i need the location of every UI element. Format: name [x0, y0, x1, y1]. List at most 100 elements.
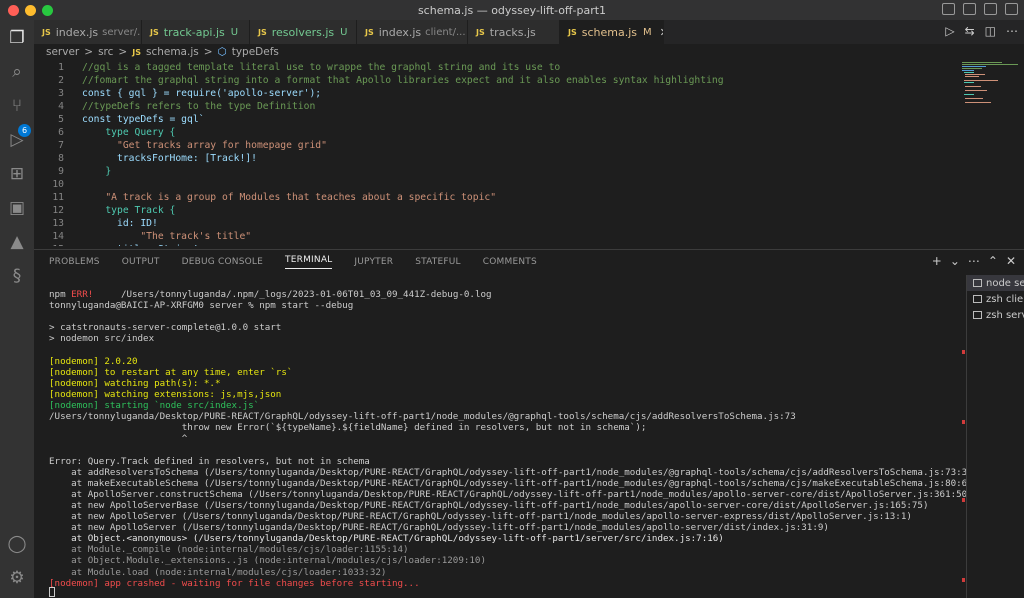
source-control-icon[interactable]: ⑂	[7, 96, 27, 116]
terminal-error-tag: ERR!	[71, 289, 94, 300]
explorer-icon[interactable]: ❐	[7, 28, 27, 48]
terminal-text: at Module.load (node:internal/modules/cj…	[49, 566, 387, 578]
maximize-window-button[interactable]	[42, 5, 53, 16]
activity-bar: ❐ ⌕ ⑂ 6 ▷ ⊞ ▣ ▲ § ◯ ⚙	[0, 20, 34, 598]
terminal-line: at new ApolloServer (/Users/tonnyluganda…	[49, 522, 829, 533]
tab-comments[interactable]: COMMENTS	[483, 257, 537, 267]
terminal-line: > nodemon src/index	[49, 333, 154, 344]
panel-tab-bar: PROBLEMS OUTPUT DEBUG CONSOLE TERMINAL J…	[34, 249, 1024, 273]
terminal-line: at Module._compile (node:internal/module…	[49, 544, 408, 555]
code-text: "A track is a group of Modules that teac…	[82, 192, 497, 203]
run-debug-icon[interactable]: ▷	[7, 130, 27, 150]
code-line: 2 //fomart the graphql string into a form…	[34, 74, 960, 87]
code-text: const { gql } = require('apollo-server')…	[82, 88, 322, 99]
tab-track-api-js[interactable]: JS track-api.js U	[142, 20, 250, 44]
terminal-line: [nodemon] app crashed - waiting for file…	[49, 578, 420, 589]
terminal-line: at Object.<anonymous> (/Users/tonnylugan…	[49, 533, 724, 544]
code-text: //gql is a tagged template literal use t…	[82, 62, 561, 73]
terminal-text: ^	[49, 433, 188, 445]
close-panel-icon[interactable]: ✕	[1006, 254, 1016, 268]
chevron-down-icon[interactable]: ⌄	[950, 254, 960, 268]
terminal-item-zsh-server[interactable]: zsh serv	[967, 307, 1024, 323]
terminal-item-zsh-client[interactable]: zsh clien	[967, 291, 1024, 307]
account-icon[interactable]: ◯	[7, 534, 27, 554]
customize-layout-icon[interactable]	[1005, 3, 1018, 15]
tab-debug-console[interactable]: DEBUG CONSOLE	[182, 257, 263, 267]
code-line: 5 const typeDefs = gql`	[34, 113, 960, 126]
tab-label: schema.js	[581, 25, 638, 39]
js-file-icon: JS	[568, 27, 577, 37]
settings-gear-icon[interactable]: ⚙	[7, 568, 27, 588]
tab-jupyter[interactable]: JUPYTER	[354, 257, 393, 267]
tab-tracks-js[interactable]: JS tracks.js	[468, 20, 560, 44]
search-icon[interactable]: ⌕	[7, 62, 27, 82]
tab-stateful[interactable]: STATEFUL	[415, 257, 461, 267]
breadcrumb-item-schema[interactable]: schema.js	[146, 46, 199, 58]
minimap[interactable]	[960, 60, 1024, 246]
extensions-icon[interactable]: ⊞	[7, 164, 27, 184]
tab-output[interactable]: OUTPUT	[122, 257, 160, 267]
terminal-output[interactable]: npm ERR! /Users/tonnyluganda/.npm/_logs/…	[34, 278, 978, 598]
stateful-icon[interactable]: §	[7, 266, 27, 286]
terminal-line: [nodemon] watching path(s): *.*	[49, 378, 220, 389]
terminal-text: [nodemon] to restart at any time, enter …	[49, 366, 293, 378]
close-tab-icon[interactable]: ✕	[660, 26, 663, 39]
breadcrumb-item-typedefs[interactable]: typeDefs	[232, 46, 279, 58]
line-number: 9	[58, 166, 64, 177]
maximize-panel-icon[interactable]: ⌃	[988, 254, 998, 268]
terminal-text: at addResolversToSchema (/Users/tonnylug…	[49, 466, 979, 478]
tab-index-js-client[interactable]: JS index.js client/...	[357, 20, 468, 44]
code-text: type Track {	[82, 205, 176, 216]
terminal-text: Error: Query.Track defined in resolvers,…	[49, 455, 370, 467]
code-text: tracksForHome: [Track!]!	[82, 153, 257, 164]
code-editor[interactable]: 1 //gql is a tagged template literal use …	[34, 60, 960, 246]
terminal-line: [nodemon] to restart at any time, enter …	[49, 367, 292, 378]
more-actions-icon[interactable]: ⋯	[1006, 24, 1018, 38]
tab-schema-js[interactable]: JS schema.js M ✕	[560, 20, 664, 44]
code-text: type Query {	[82, 127, 176, 138]
toggle-panel-icon[interactable]	[963, 3, 976, 15]
code-text: title: String!	[82, 244, 199, 246]
tab-label: tracks.js	[489, 25, 536, 39]
terminal-text: > nodemon src/index	[49, 333, 155, 345]
breadcrumb-separator: >	[118, 46, 128, 58]
compare-icon[interactable]: ⇆	[965, 24, 975, 38]
breadcrumb-item-src[interactable]: src	[98, 46, 113, 58]
terminal-text: tonnyluganda@BAICI-AP-XRFGM0 server % np…	[49, 300, 354, 312]
line-number: 4	[58, 101, 64, 112]
code-line: 9 }	[34, 165, 960, 178]
scroll-marker	[962, 578, 965, 582]
terminal-item-node[interactable]: node se	[967, 275, 1024, 291]
tab-label: index.js	[378, 25, 422, 39]
terminal-icon	[973, 279, 982, 287]
terminal-line: [nodemon] starting `node src/index.js`	[49, 400, 259, 411]
breadcrumb-item-server[interactable]: server	[46, 46, 79, 58]
split-editor-icon[interactable]: ◫	[985, 24, 996, 38]
tab-resolvers-js[interactable]: JS resolvers.js U	[250, 20, 357, 44]
terminal-line: at makeExecutableSchema (/Users/tonnylug…	[49, 478, 978, 489]
more-actions-icon[interactable]: ⋯	[968, 254, 980, 268]
terminal-text: at Object.Module._extensions..js (node:i…	[49, 555, 486, 567]
deploy-icon[interactable]: ▲	[7, 232, 27, 252]
tab-sublabel: client/...	[425, 26, 466, 38]
toggle-sidebar-icon[interactable]	[942, 3, 955, 15]
line-number: 14	[52, 231, 64, 242]
tab-index-js-server[interactable]: JSindex.jsserver/...M	[34, 20, 142, 44]
tab-terminal[interactable]: TERMINAL	[285, 255, 333, 269]
code-text: "Get tracks array for homepage grid"	[82, 140, 327, 151]
terminal-text: /Users/tonnyluganda/.npm/_logs/2023-01-0…	[93, 289, 492, 300]
new-terminal-icon[interactable]: +	[932, 254, 942, 268]
tab-problems[interactable]: PROBLEMS	[49, 257, 100, 267]
terminal-line: at Module.load (node:internal/modules/cj…	[49, 567, 386, 578]
terminal-text: [nodemon] starting `node src/index.js`	[49, 400, 260, 411]
minimize-window-button[interactable]	[25, 5, 36, 16]
run-icon[interactable]: ▷	[945, 24, 954, 38]
close-window-button[interactable]	[8, 5, 19, 16]
scroll-marker	[962, 498, 965, 502]
terminal-line: at Object.Module._extensions..js (node:i…	[49, 555, 486, 566]
toggle-secondary-sidebar-icon[interactable]	[984, 3, 997, 15]
remote-explorer-icon[interactable]: ▣	[7, 198, 27, 218]
layout-controls	[942, 3, 1018, 15]
js-file-icon: JS	[258, 27, 267, 37]
terminal-line: Error: Query.Track defined in resolvers,…	[49, 456, 370, 467]
